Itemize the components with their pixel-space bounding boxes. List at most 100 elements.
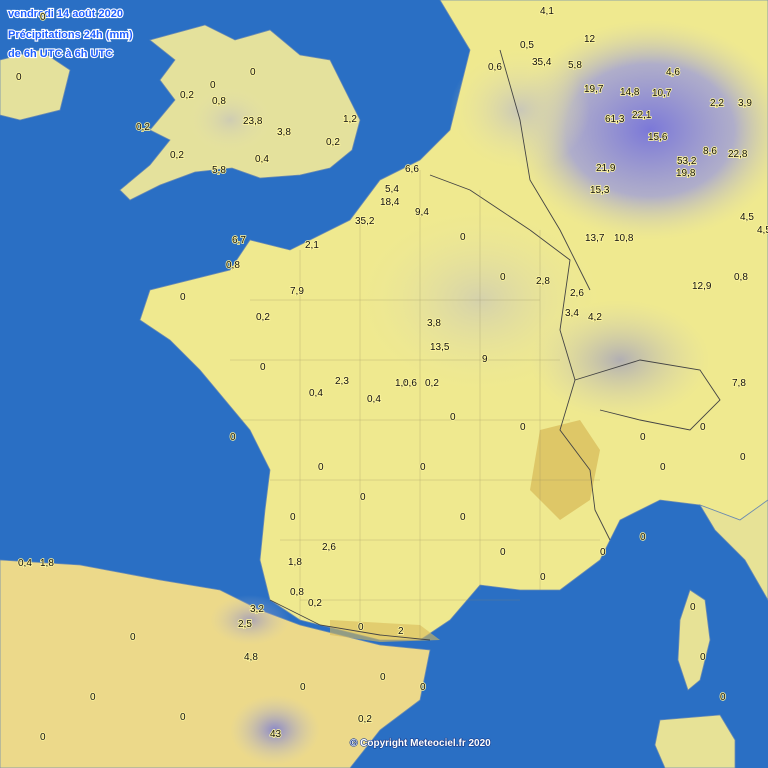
station-value: 15,3 bbox=[590, 185, 610, 196]
station-value: 0,4 bbox=[367, 394, 381, 405]
station-value: 0 bbox=[250, 67, 256, 78]
station-value: 0 bbox=[16, 72, 22, 83]
station-value: 3,8 bbox=[277, 127, 291, 138]
station-value: 43 bbox=[270, 729, 282, 740]
period-label: de 6h UTC à 6h UTC bbox=[8, 48, 113, 60]
station-value: 0 bbox=[520, 422, 526, 433]
station-value: 9,4 bbox=[415, 207, 429, 218]
station-value: 2,8 bbox=[536, 276, 550, 287]
station-value: 0,2 bbox=[425, 378, 439, 389]
station-value: 0,6 bbox=[488, 62, 502, 73]
station-value: 0 bbox=[420, 682, 426, 693]
station-value: 0,4 bbox=[18, 558, 32, 569]
station-value: 2,3 bbox=[335, 376, 349, 387]
station-value: 0,2 bbox=[358, 714, 372, 725]
station-value: 4,5 bbox=[740, 212, 754, 223]
date-label: vendredi 14 août 2020 bbox=[8, 8, 123, 20]
precipitation-map: vendredi 14 août 2020 Précipitations 24h… bbox=[0, 0, 768, 768]
station-value: 0 bbox=[460, 232, 466, 243]
station-value: 0 bbox=[260, 362, 266, 373]
station-value: 3,8 bbox=[427, 318, 441, 329]
station-value: 4,5 bbox=[757, 225, 768, 236]
station-value: 61,3 bbox=[605, 114, 625, 125]
station-value: 0 bbox=[300, 682, 306, 693]
station-value: 10,8 bbox=[614, 233, 634, 244]
station-value: 0 bbox=[720, 692, 726, 703]
station-value: 0 bbox=[420, 462, 426, 473]
station-value: 15,6 bbox=[648, 132, 668, 143]
station-value: 2,6 bbox=[570, 288, 584, 299]
station-value: 0 bbox=[740, 452, 746, 463]
station-value: 2,6 bbox=[322, 542, 336, 553]
station-value: 2,5 bbox=[238, 619, 252, 630]
station-value: 7,8 bbox=[732, 378, 746, 389]
station-value: 0 bbox=[540, 572, 546, 583]
station-value: 0 bbox=[230, 432, 236, 443]
station-value: 2 bbox=[398, 626, 404, 637]
labels-layer: vendredi 14 août 2020 Précipitations 24h… bbox=[7, 5, 768, 749]
station-value: 12 bbox=[584, 34, 596, 45]
station-value: 0 bbox=[180, 292, 186, 303]
station-value: 0,5 bbox=[520, 40, 534, 51]
station-value: 0 bbox=[500, 547, 506, 558]
station-value: 35,2 bbox=[355, 216, 375, 227]
station-value: 4,6 bbox=[666, 67, 680, 78]
station-value: 0 bbox=[90, 692, 96, 703]
station-value: 0,2 bbox=[308, 598, 322, 609]
station-value: 23,8 bbox=[243, 116, 263, 127]
station-value: 7,9 bbox=[290, 286, 304, 297]
station-value: 0 bbox=[40, 732, 46, 743]
station-value: 0,8 bbox=[290, 587, 304, 598]
station-value: 0,2 bbox=[180, 90, 194, 101]
station-value: 0 bbox=[640, 532, 646, 543]
station-value: 12,9 bbox=[692, 281, 712, 292]
station-value: 0,2 bbox=[256, 312, 270, 323]
station-value: 2,2 bbox=[710, 98, 724, 109]
station-value: 0,2 bbox=[326, 137, 340, 148]
station-value: 0 bbox=[290, 512, 296, 523]
station-value: 0 bbox=[460, 512, 466, 523]
station-value: 0 bbox=[380, 672, 386, 683]
station-value: 4,2 bbox=[588, 312, 602, 323]
station-value: 19,7 bbox=[584, 84, 604, 95]
station-value: 5,8 bbox=[212, 165, 226, 176]
station-value: 35,4 bbox=[532, 57, 552, 68]
station-value: 1,8 bbox=[288, 557, 302, 568]
station-value: 2,1 bbox=[305, 240, 319, 251]
station-value: 14,8 bbox=[620, 87, 640, 98]
station-value: 3,4 bbox=[565, 308, 579, 319]
station-value: 0,2 bbox=[136, 122, 150, 133]
parameter-label: Précipitations 24h (mm) bbox=[8, 29, 133, 41]
station-value: 1,2 bbox=[343, 114, 357, 125]
station-value: 0,8 bbox=[734, 272, 748, 283]
station-value: 8,6 bbox=[703, 146, 717, 157]
station-value: 53,2 bbox=[677, 156, 697, 167]
station-value: 0,8 bbox=[226, 260, 240, 271]
station-value: 0 bbox=[360, 492, 366, 503]
station-value: 0 bbox=[450, 412, 456, 423]
station-value: 0,8 bbox=[212, 96, 226, 107]
station-value: 0,4 bbox=[309, 388, 323, 399]
station-value: 4,8 bbox=[244, 652, 258, 663]
station-value: 0 bbox=[180, 712, 186, 723]
station-value: 0,6 bbox=[403, 378, 417, 389]
station-value: 13,5 bbox=[430, 342, 450, 353]
station-value: 4,1 bbox=[540, 6, 554, 17]
station-value: 0 bbox=[700, 422, 706, 433]
station-value: 0 bbox=[690, 602, 696, 613]
station-value: 0 bbox=[210, 80, 216, 91]
station-value: 5,8 bbox=[568, 60, 582, 71]
station-value: 22,8 bbox=[728, 149, 748, 160]
station-value: 6,7 bbox=[232, 235, 246, 246]
station-value: 0 bbox=[640, 432, 646, 443]
observation-labels: 0 0 0,2 0,8 23,8 3,8 1,2 0,2 5,8 0,4 0,2… bbox=[15, 5, 768, 744]
station-value: 0 bbox=[600, 547, 606, 558]
station-value: 0 bbox=[358, 622, 364, 633]
station-value: 0 bbox=[40, 12, 46, 23]
station-value: 0,4 bbox=[255, 154, 269, 165]
station-value: 9 bbox=[482, 354, 488, 365]
station-value: 0 bbox=[318, 462, 324, 473]
station-value: 5,4 bbox=[385, 184, 399, 195]
copyright-label: © Copyright Meteociel.fr 2020 bbox=[350, 738, 491, 749]
station-value: 6,6 bbox=[405, 164, 419, 175]
